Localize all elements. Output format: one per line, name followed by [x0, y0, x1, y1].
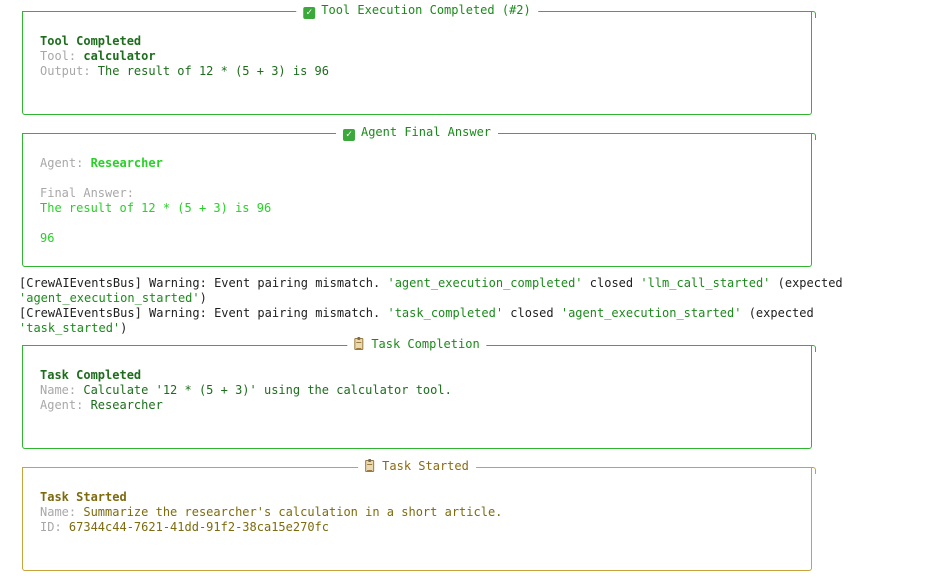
final-answer-label: Final Answer: — [40, 186, 134, 200]
agent-final-answer-panel: ✓ Agent Final Answer Agent: Researcher Fi… — [22, 125, 816, 267]
tool-completed-heading: Tool Completed — [40, 34, 142, 48]
id-label: ID: — [40, 520, 69, 534]
output-label: Output: — [40, 64, 98, 78]
panel-title: Task Started — [358, 459, 476, 474]
agent-name: Researcher — [90, 398, 163, 412]
warning-line-continuation: 'agent_execution_started') — [19, 291, 207, 305]
task-id: 67344c44-7621-41dd-91f2-38ca15e270fc — [68, 520, 329, 534]
panel-title: Task Completion — [347, 337, 487, 352]
agent-label: Agent: — [40, 156, 91, 170]
name-label: Name: — [40, 505, 84, 519]
warning-line: [CrewAIEventsBus] Warning: Event pairing… — [19, 306, 814, 320]
tool-name: calculator — [83, 49, 156, 63]
task-started-heading: Task Started — [40, 490, 127, 504]
tool-output: The result of 12 * (5 + 3) is 96 — [97, 64, 329, 78]
warning-line-continuation: 'task_started') — [19, 321, 128, 335]
final-answer-text: The result of 12 * (5 + 3) is 96 — [40, 201, 272, 215]
clipboard-icon — [354, 337, 364, 350]
task-name: Calculate '12 * (5 + 3)' using the calcu… — [83, 383, 452, 397]
name-label: Name: — [40, 383, 84, 397]
tool-execution-panel: ✓ Tool Execution Completed (#2) Tool Comp… — [22, 3, 816, 115]
agent-label: Agent: — [40, 398, 91, 412]
tool-label: Tool: — [40, 49, 84, 63]
task-completion-panel: Task Completion Task Completed Name: Cal… — [22, 337, 816, 449]
clipboard-icon — [365, 459, 375, 472]
agent-name: Researcher — [90, 156, 163, 170]
warning-log: [CrewAIEventsBus] Warning: Event pairing… — [19, 276, 919, 336]
task-name: Summarize the researcher's calculation i… — [83, 505, 503, 519]
panel-title: ✓ Agent Final Answer — [335, 125, 499, 141]
warning-line: [CrewAIEventsBus] Warning: Event pairing… — [19, 276, 843, 290]
check-mark-icon: ✓ — [303, 7, 316, 19]
check-mark-icon: ✓ — [342, 129, 355, 141]
final-answer-value: 96 — [40, 231, 55, 245]
task-started-panel: Task Started Task Started Name: Summariz… — [22, 459, 816, 571]
task-completed-heading: Task Completed — [40, 368, 142, 382]
panel-title: ✓ Tool Execution Completed (#2) — [296, 3, 538, 19]
